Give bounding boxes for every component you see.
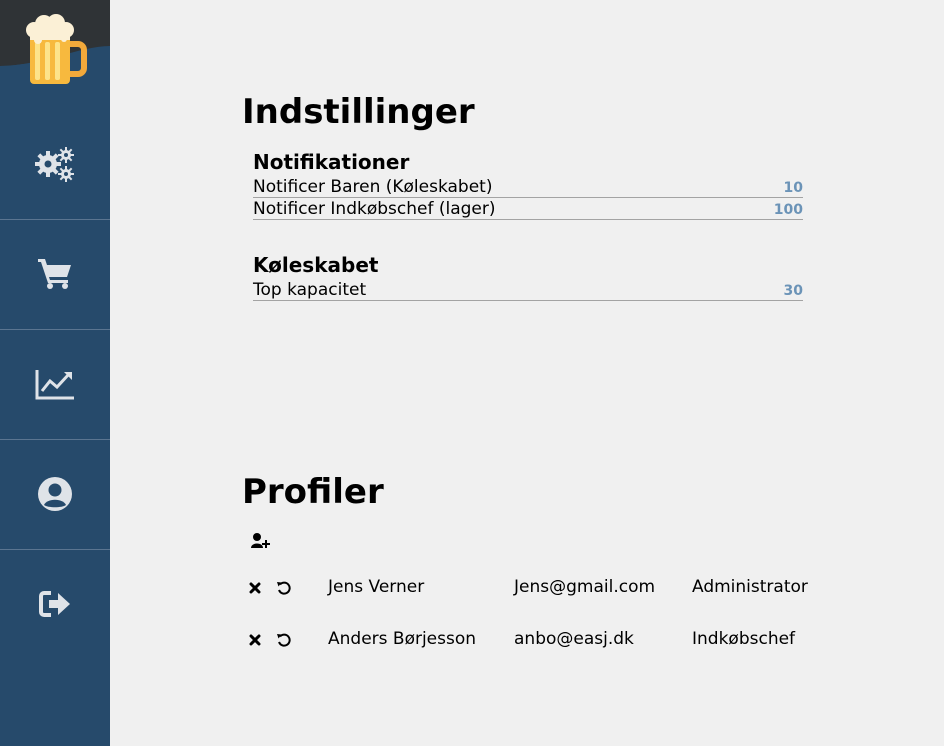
profile-role: Indkøbschef	[692, 629, 796, 649]
profile-email: anbo@easj.dk	[514, 629, 634, 649]
gears-icon	[35, 147, 74, 182]
setting-value[interactable]: 30	[784, 283, 803, 299]
setting-value[interactable]: 10	[784, 180, 803, 196]
nav-cart[interactable]	[0, 219, 110, 330]
notifications-heading: Notifikationer	[253, 150, 410, 174]
setting-row-top-capacity: Top kapacitet 30	[253, 280, 803, 301]
shopping-cart-icon	[38, 259, 71, 289]
setting-label: Top kapacitet	[253, 280, 367, 300]
fridge-heading: Køleskabet	[253, 253, 379, 277]
profile-row: Anders Børjesson anbo@easj.dk Indkøbsche…	[0, 624, 944, 654]
line-chart-icon	[35, 370, 74, 400]
nav-settings[interactable]	[0, 109, 110, 220]
delete-icon[interactable]	[249, 634, 261, 646]
setting-row-notify-bar: Notificer Baren (Køleskabet) 10	[253, 177, 803, 198]
nav-profile[interactable]	[0, 439, 110, 550]
profile-name: Jens Verner	[328, 577, 425, 597]
setting-label: Notificer Baren (Køleskabet)	[253, 177, 493, 197]
profile-role: Administrator	[692, 577, 808, 597]
reset-icon[interactable]	[276, 580, 291, 595]
user-circle-icon	[38, 477, 72, 511]
user-plus-icon[interactable]	[251, 533, 271, 549]
reset-icon[interactable]	[276, 632, 291, 647]
setting-label: Notificer Indkøbschef (lager)	[253, 199, 496, 219]
setting-value[interactable]: 100	[774, 202, 803, 218]
delete-icon[interactable]	[249, 582, 261, 594]
beer-mug-logo[interactable]	[24, 12, 88, 88]
profile-row: Jens Verner Jens@gmail.com Administrator	[0, 572, 944, 602]
setting-row-notify-purchaser: Notificer Indkøbschef (lager) 100	[253, 199, 803, 220]
profiles-title: Profiler	[242, 472, 384, 512]
settings-title: Indstillinger	[242, 92, 475, 132]
nav-statistics[interactable]	[0, 329, 110, 440]
profile-name: Anders Børjesson	[328, 629, 477, 649]
profile-email: Jens@gmail.com	[514, 577, 656, 597]
